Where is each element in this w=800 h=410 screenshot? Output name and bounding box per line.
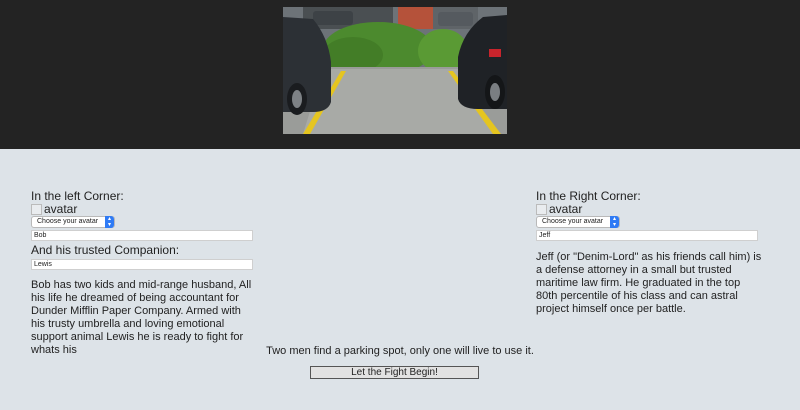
left-avatar-label: avatar xyxy=(44,202,78,216)
right-avatar: avatar xyxy=(536,202,762,216)
companion-name-input[interactable]: Lewis xyxy=(31,259,253,270)
left-avatar-select[interactable]: Choose your avatar ▴ ▾ xyxy=(31,216,115,228)
up-down-chevron-icon: ▴ ▾ xyxy=(610,216,619,228)
right-fighter-name-input[interactable]: Jeff xyxy=(536,230,758,241)
left-corner-heading: In the left Corner: xyxy=(31,189,124,203)
right-avatar-select[interactable]: Choose your avatar ▴ ▾ xyxy=(536,216,620,228)
broken-image-icon xyxy=(536,203,547,215)
up-down-chevron-icon: ▴ ▾ xyxy=(105,216,114,228)
right-avatar-select-value: Choose your avatar xyxy=(542,218,604,225)
start-fight-button[interactable]: Let the Fight Begin! xyxy=(310,366,479,379)
right-corner-heading: In the Right Corner: xyxy=(536,189,641,203)
left-avatar: avatar xyxy=(31,202,256,216)
left-avatar-select-value: Choose your avatar xyxy=(37,218,99,225)
left-corner-panel: In the left Corner: avatar Choose your a… xyxy=(31,189,256,357)
left-fighter-name-input[interactable]: Bob xyxy=(31,230,253,241)
companion-label: And his trusted Companion: xyxy=(31,243,180,257)
broken-image-icon xyxy=(31,203,42,215)
parking-spot-image xyxy=(283,7,507,134)
right-fighter-bio: Jeff (or "Denim-Lord" as his friends cal… xyxy=(536,251,762,315)
right-avatar-label: avatar xyxy=(549,202,583,216)
tagline: Two men find a parking spot, only one wi… xyxy=(266,345,534,357)
right-corner-panel: In the Right Corner: avatar Choose your … xyxy=(536,189,762,316)
